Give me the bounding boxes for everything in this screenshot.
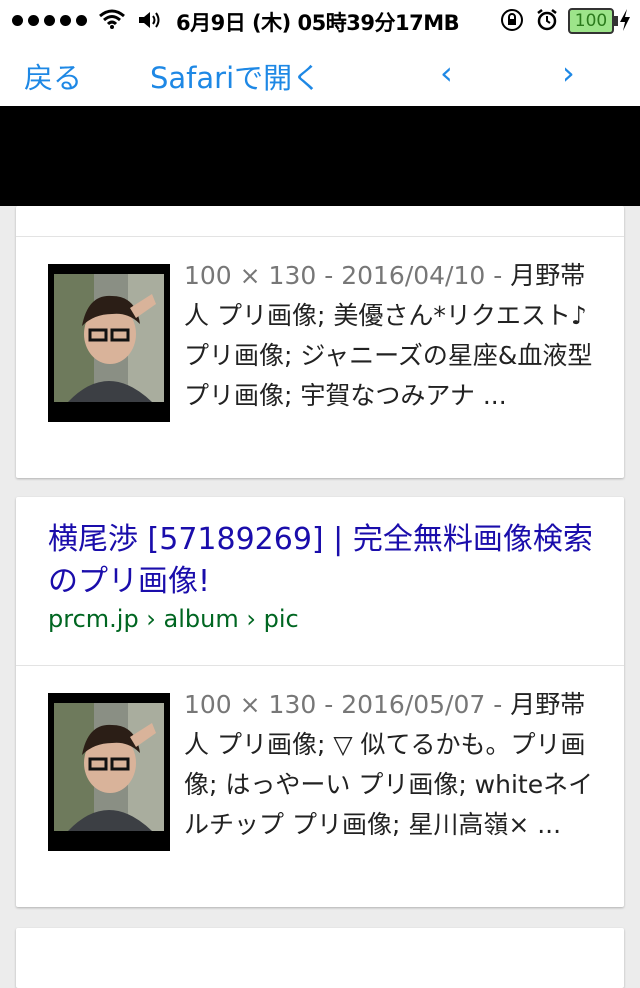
- card-divider: [16, 236, 624, 237]
- open-in-safari-button[interactable]: Safariで開く: [150, 55, 321, 97]
- black-banner: [0, 106, 640, 206]
- signal-dots-icon: [12, 15, 87, 26]
- result-meta: 100 × 130 - 2016/04/10 -: [184, 261, 511, 290]
- volume-icon: [139, 12, 160, 28]
- result-snippet: 100 × 130 - 2016/05/07 - 月野帯人 プリ画像; ▽ 似て…: [184, 685, 604, 845]
- result-thumbnail[interactable]: [48, 264, 170, 422]
- result-card-3: [16, 928, 624, 988]
- result-meta: 100 × 130 - 2016/05/07 -: [184, 690, 511, 719]
- charging-icon: [620, 9, 630, 31]
- next-page-button[interactable]: ›: [562, 54, 575, 92]
- result-snippet: 100 × 130 - 2016/04/10 - 月野帯人 プリ画像; 美優さん…: [184, 256, 604, 416]
- alarm-icon: [537, 9, 557, 31]
- photo-thumbnail-icon: [48, 693, 170, 851]
- result-thumbnail[interactable]: [48, 693, 170, 851]
- back-button[interactable]: 戻る: [24, 55, 82, 97]
- browser-nav-bar: 戻る Safariで開く ‹ ›: [0, 40, 640, 106]
- result-card-2: 横尾渉 [57189269] | 完全無料画像検索のプリ画像! prcm.jp …: [16, 497, 624, 907]
- photo-thumbnail-icon: [48, 264, 170, 422]
- lock-rotation-icon: [501, 9, 523, 31]
- wifi-icon: [99, 9, 125, 29]
- card-divider: [16, 665, 624, 666]
- status-time: 6月9日 (木) 05時39分17MB: [176, 11, 460, 35]
- battery-icon: 100: [568, 8, 618, 34]
- result-card-1: 100 × 130 - 2016/04/10 - 月野帯人 プリ画像; 美優さん…: [16, 206, 624, 478]
- result-url: prcm.jp › album › pic: [48, 605, 299, 633]
- previous-page-button[interactable]: ‹: [440, 54, 453, 92]
- status-bar: 6月9日 (木) 05時39分17MB 100: [0, 0, 640, 40]
- result-title-link[interactable]: 横尾渉 [57189269] | 完全無料画像検索のプリ画像!: [48, 519, 608, 603]
